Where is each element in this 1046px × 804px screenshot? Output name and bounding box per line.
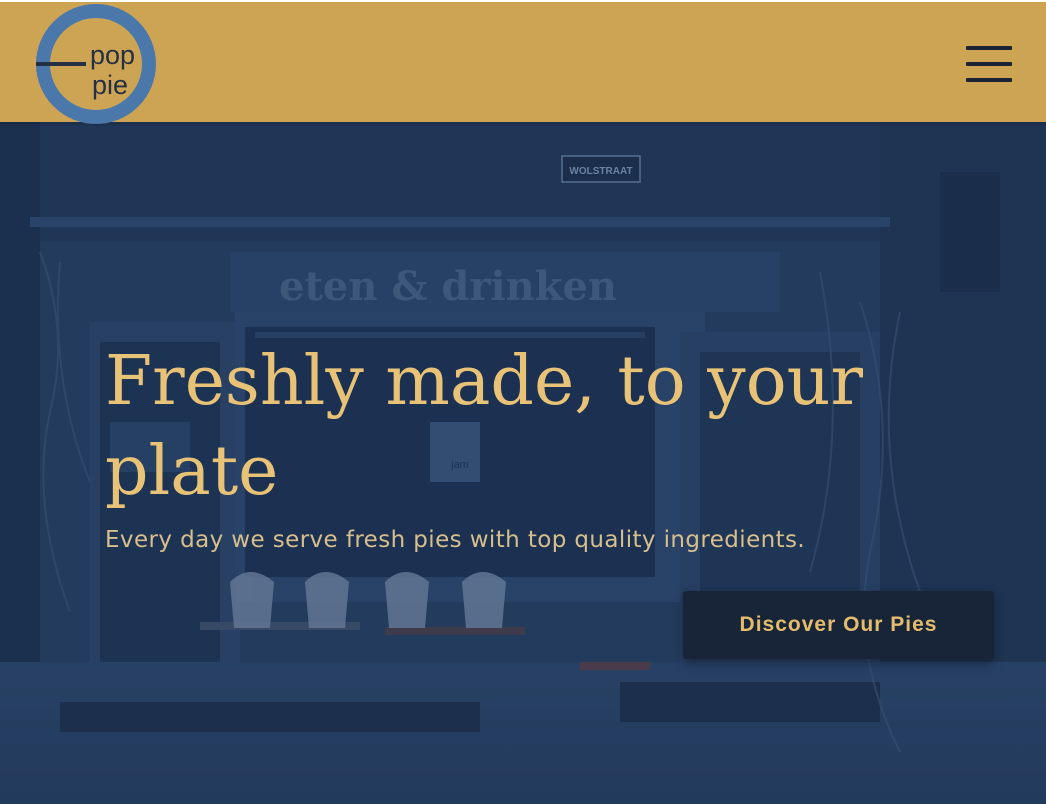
logo-dash-icon — [36, 62, 86, 66]
logo-text-pie: pie — [92, 70, 129, 100]
discover-pies-button[interactable]: Discover Our Pies — [683, 591, 994, 659]
hamburger-menu-icon — [966, 78, 1012, 82]
logo[interactable]: pop pie — [36, 4, 156, 124]
hero-section: eten & drinken WOLSTRAAT jam Freshly mad… — [0, 122, 1046, 804]
hamburger-menu-icon — [966, 62, 1012, 66]
hero-subtitle: Every day we serve fresh pies with top q… — [105, 527, 806, 553]
hamburger-menu-icon — [966, 46, 1012, 50]
logo-text-pop: pop — [90, 40, 136, 70]
site-header: pop pie — [0, 0, 1046, 124]
hero-title: Freshly made, to your plate — [105, 342, 863, 511]
menu-button[interactable] — [962, 44, 1016, 84]
